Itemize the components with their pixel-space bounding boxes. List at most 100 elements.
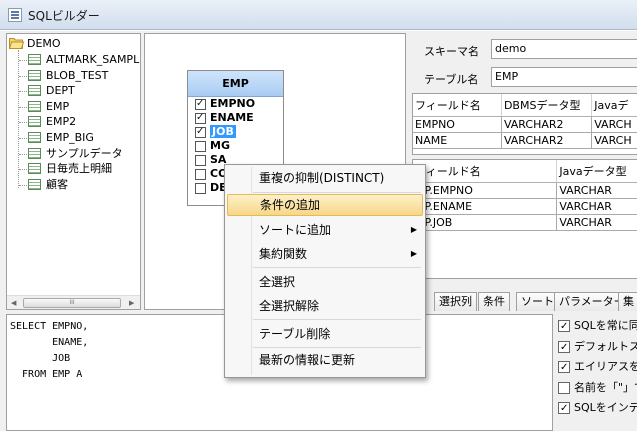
select-grid[interactable]: フィールド名 Javaデータ型 MP.EMPNO VARCHAR MP.ENAME VAR… xyxy=(412,159,637,279)
tree-guide-branch xyxy=(19,122,27,124)
tree-item-label: 日毎売上明細 xyxy=(46,162,112,176)
tab-2[interactable]: ソート xyxy=(516,292,559,311)
grid-header-cell[interactable]: フィールド名 xyxy=(413,94,502,117)
tree-item-table[interactable]: EMP2 xyxy=(28,114,76,130)
grid-cell[interactable]: VARCH xyxy=(591,116,637,133)
grid-header-cell[interactable]: Javaデ xyxy=(591,94,637,117)
table-row[interactable]: MP.ENAME VARCHAR xyxy=(413,198,637,215)
option-checkbox[interactable] xyxy=(558,400,570,418)
tree-guide-branch xyxy=(19,153,27,155)
menu-item-label: 集約関数 xyxy=(259,247,308,261)
option-label: デフォルトスキ xyxy=(574,339,637,353)
tab-1[interactable]: 条件 xyxy=(478,292,510,311)
menu-item-label: 全選択 xyxy=(259,275,296,289)
tree-item-table[interactable]: 顧客 xyxy=(28,177,68,193)
menu-item-1[interactable]: 条件の追加 xyxy=(227,194,423,216)
column-name: MG xyxy=(210,139,230,152)
option-checkbox[interactable] xyxy=(558,359,570,377)
tree-item-table[interactable]: BLOB_TEST xyxy=(28,68,108,84)
column-checkbox[interactable] xyxy=(195,97,206,111)
menu-item-7[interactable]: 最新の情報に更新 xyxy=(227,349,423,371)
tree-item-table[interactable]: 日毎売上明細 xyxy=(28,161,112,177)
grid-header-cell[interactable]: DBMSデータ型 xyxy=(501,94,593,117)
grid-cell[interactable]: VARCH xyxy=(591,132,637,149)
scroll-right-arrow-icon[interactable]: ▶ xyxy=(129,299,134,307)
tree-item-label: EMP xyxy=(46,99,70,113)
context-menu: 重複の抑制(DISTINCT) 条件の追加 ソートに追加 ▶ 集約関数 ▶ 全選択 全選択解除… xyxy=(224,164,426,378)
scroll-thumb[interactable]: III xyxy=(23,298,121,308)
menu-item-5[interactable]: 全選択解除 xyxy=(227,295,423,317)
column-checkbox[interactable] xyxy=(195,169,206,180)
table-field[interactable]: EMP xyxy=(491,67,637,87)
emp-table-header[interactable]: EMP xyxy=(188,71,283,97)
grid-header-cell[interactable]: フィールド名 xyxy=(413,160,558,183)
menu-item-3[interactable]: 集約関数 ▶ xyxy=(227,243,423,265)
window-title: SQLビルダー xyxy=(28,9,100,23)
menu-item-0[interactable]: 重複の抑制(DISTINCT) xyxy=(227,167,423,189)
tree-item-table[interactable]: DEPT xyxy=(28,83,75,99)
table-icon xyxy=(28,132,41,143)
field-grid[interactable]: フィールド名 DBMSデータ型 Javaデ EMPNO VARCHAR2 VARCH NAM… xyxy=(412,93,637,155)
column-checkbox[interactable] xyxy=(195,141,206,152)
table-icon xyxy=(28,147,41,159)
column-checkbox[interactable] xyxy=(195,125,206,139)
tree-guide-branch xyxy=(19,91,27,93)
grid-cell[interactable]: EMPNO xyxy=(413,116,502,133)
submenu-arrow-icon: ▶ xyxy=(410,225,417,234)
column-checkbox[interactable] xyxy=(195,155,206,166)
grid-header-row: フィールド名 DBMSデータ型 Javaデ xyxy=(413,94,637,117)
tree-item-table[interactable]: EMP xyxy=(28,99,69,115)
emp-column-row[interactable]: MG xyxy=(188,139,283,153)
tree-item-table[interactable]: ALTMARK_SAMPL xyxy=(28,52,139,68)
grid-cell[interactable]: VARCHAR2 xyxy=(501,132,593,149)
tree-item-table[interactable]: サンプルデータ xyxy=(28,146,123,162)
table-row[interactable]: NAME VARCHAR2 VARCH xyxy=(413,132,637,149)
grid-header-cell[interactable]: Javaデータ型 xyxy=(556,160,637,183)
tree-item-label: EMP2 xyxy=(46,115,77,129)
tree-guide-branch xyxy=(19,60,27,61)
grid-cell[interactable]: MP.ENAME xyxy=(413,198,558,215)
option-checkbox[interactable] xyxy=(558,381,570,394)
table-label: テーブル名 xyxy=(424,73,479,86)
option-checkbox[interactable] xyxy=(558,339,570,357)
grid-cell[interactable]: MP.JOB xyxy=(413,214,558,231)
schema-tree[interactable]: DEMO ALTMARK_SAMPL BLOB_TEST DEPT EMP EMP2 EM… xyxy=(6,33,141,310)
option-checkbox[interactable] xyxy=(558,318,570,336)
table-row[interactable]: MP.EMPNO VARCHAR xyxy=(413,182,637,199)
option-label: SQLをインデン xyxy=(574,401,637,414)
tree-guide-branch xyxy=(19,184,27,186)
table-row[interactable]: MP.JOB VARCHAR xyxy=(413,214,637,231)
tree-item-table[interactable]: EMP_BIG xyxy=(28,130,94,146)
table-icon xyxy=(28,163,41,175)
column-checkbox[interactable] xyxy=(195,183,206,194)
option-label: エイリアスを使 xyxy=(574,360,637,373)
emp-column-row[interactable]: EMPNO xyxy=(188,97,283,111)
folder-open-icon xyxy=(9,38,24,49)
grid-cell[interactable]: VARCHAR2 xyxy=(501,116,593,133)
scroll-left-arrow-icon[interactable]: ◀ xyxy=(11,299,16,307)
grid-cell[interactable]: VARCHAR xyxy=(556,182,637,199)
menu-item-label: 重複の抑制(DISTINCT) xyxy=(259,171,385,185)
tab-4[interactable]: 集 xyxy=(618,292,637,311)
menu-item-6[interactable]: テーブル削除 xyxy=(227,323,423,345)
menu-item-2[interactable]: ソートに追加 ▶ xyxy=(227,219,423,241)
tree-guide-line xyxy=(18,50,19,188)
menu-item-4[interactable]: 全選択 xyxy=(227,271,423,293)
schema-label: スキーマ名 xyxy=(424,45,479,58)
grid-cell[interactable]: VARCHAR xyxy=(556,198,637,215)
schema-field[interactable]: demo xyxy=(491,39,637,59)
title-bar: SQLビルダー xyxy=(0,0,637,30)
table-row[interactable]: EMPNO VARCHAR2 VARCH xyxy=(413,116,637,133)
emp-column-row[interactable]: ENAME xyxy=(188,111,283,125)
grid-cell[interactable]: NAME xyxy=(413,132,502,149)
properties-pane: スキーマ名 demo テーブル名 EMP フィールド名 DBMSデータ型 Javaデ… xyxy=(410,33,637,291)
tree-root-demo[interactable]: DEMO xyxy=(27,36,61,52)
menu-item-label: テーブル削除 xyxy=(259,327,331,341)
emp-column-row[interactable]: JOB xyxy=(188,125,283,139)
tree-horizontal-scrollbar[interactable]: ◀ III ▶ xyxy=(7,295,140,309)
menu-item-label: 条件の追加 xyxy=(260,198,321,212)
column-checkbox[interactable] xyxy=(195,111,206,125)
tab-0[interactable]: 選択列 xyxy=(434,292,477,311)
grid-cell[interactable]: MP.EMPNO xyxy=(413,182,558,199)
grid-cell[interactable]: VARCHAR xyxy=(556,214,637,231)
